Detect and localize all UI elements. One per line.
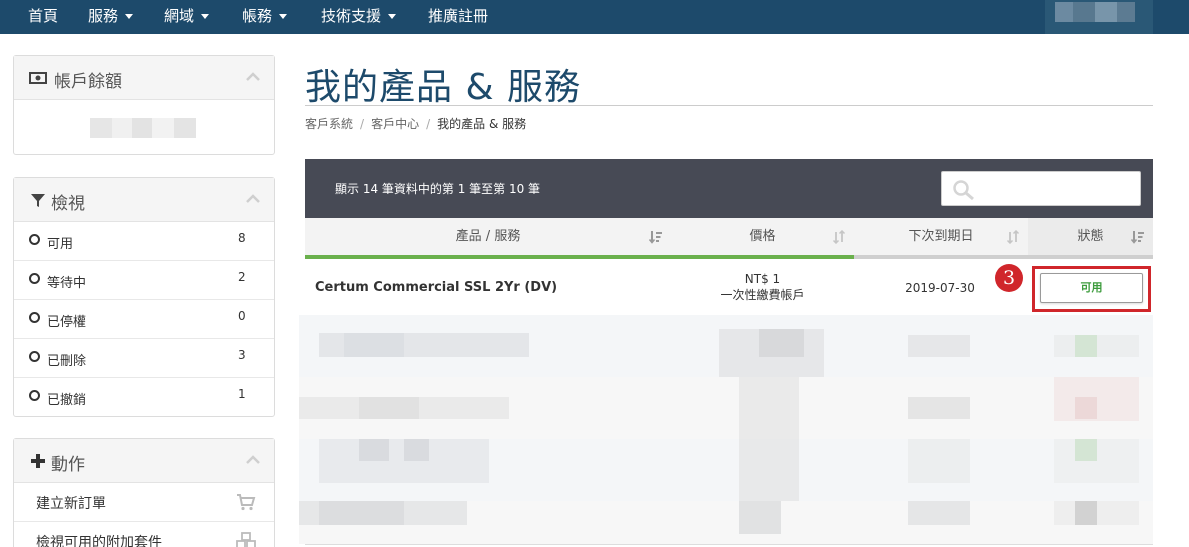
actions-panel-header[interactable]: 動作: [14, 439, 274, 483]
column-header-product[interactable]: 產品 / 服務: [305, 218, 671, 259]
table-header-row: 產品 / 服務 價格 下次到期日 狀態: [305, 218, 1153, 259]
nav-item-label: 帳務: [242, 7, 273, 25]
top-navbar: 首頁 服務 網域 帳務 技術支援 推廣註冊: [0, 0, 1189, 34]
filter-item-cancelled[interactable]: 已撤銷 1: [14, 378, 274, 417]
action-label: 建立新訂單: [36, 496, 106, 512]
breadcrumb-item-client-area[interactable]: 客戶中心: [371, 117, 419, 131]
caret-down-icon: [125, 14, 134, 19]
caret-down-icon: [279, 14, 288, 19]
table-row[interactable]: Certum Commercial SSL 2Yr (DV) NT$ 1 一次性…: [305, 259, 1153, 315]
filter-item-label: 等待中: [47, 276, 87, 291]
table-search-input[interactable]: [941, 171, 1141, 206]
breadcrumb-item-current: 我的產品 & 服務: [437, 117, 527, 131]
balance-panel: 帳戶餘額: [13, 55, 275, 155]
column-header-next-due[interactable]: 下次到期日: [854, 218, 1028, 259]
nav-item-label: 推廣註冊: [428, 7, 489, 25]
caret-down-icon: [201, 14, 210, 19]
filter-item-count: 0: [238, 309, 246, 323]
nav-item-label: 服務: [88, 7, 119, 25]
nav-item-domains[interactable]: 網域: [164, 0, 210, 34]
sort-both-icon: [1006, 230, 1020, 244]
caret-down-icon: [388, 14, 397, 19]
nav-item-label: 首頁: [28, 7, 59, 25]
filter-item-count: 2: [238, 270, 246, 284]
product-name: Certum Commercial SSL 2Yr (DV): [315, 280, 558, 295]
filter-item-active[interactable]: 可用 8: [14, 222, 274, 261]
table-toolbar: 顯示 14 筆資料中的第 1 筆至第 10 筆: [305, 159, 1153, 218]
table-row-redacted[interactable]: [299, 501, 1153, 544]
column-header-label: 下次到期日: [908, 229, 974, 244]
actions-panel: 動作 建立新訂單 檢視可用的附加套件: [13, 438, 275, 547]
balance-panel-title: 帳戶餘額: [54, 72, 122, 92]
next-due-date: 2019-07-30: [905, 281, 975, 295]
breadcrumb: 客戶系統 / 客戶中心 / 我的產品 & 服務: [305, 117, 527, 131]
nav-item-label: 網域: [164, 7, 195, 25]
breadcrumb-item-portal[interactable]: 客戶系統: [305, 117, 353, 131]
nav-item-support[interactable]: 技術支援: [321, 0, 397, 34]
column-header-label: 產品 / 服務: [455, 229, 521, 244]
table-row-redacted[interactable]: [299, 377, 1153, 439]
nav-item-services[interactable]: 服務: [88, 0, 134, 34]
price-amount: NT$ 1: [744, 272, 781, 286]
radio-circle-icon: [29, 390, 40, 401]
balance-panel-header[interactable]: 帳戶餘額: [14, 56, 274, 100]
cart-icon: [237, 494, 256, 511]
sort-amount-desc-icon: [649, 231, 662, 244]
action-new-order[interactable]: 建立新訂單: [14, 483, 274, 522]
chevron-up-icon[interactable]: [246, 72, 260, 82]
filter-item-count: 3: [238, 348, 246, 362]
radio-circle-icon: [29, 351, 40, 362]
table-row-redacted[interactable]: [299, 315, 1153, 377]
table-row-redacted[interactable]: [299, 439, 1153, 501]
view-panel-title: 檢視: [51, 194, 85, 214]
chevron-up-icon[interactable]: [246, 194, 260, 204]
filter-item-count: 8: [238, 231, 246, 245]
price-cell: NT$ 1 一次性繳費帳戶: [670, 271, 855, 303]
nav-item-home[interactable]: 首頁: [28, 0, 58, 34]
radio-circle-icon: [29, 312, 40, 323]
filter-item-pending[interactable]: 等待中 2: [14, 261, 274, 300]
search-icon: [953, 180, 974, 201]
sort-both-icon: [832, 230, 846, 244]
view-filter-panel: 檢視 可用 8 等待中 2 已停權 0 已刪除 3 已撤銷 1: [13, 177, 275, 417]
action-label: 檢視可用的附加套件: [36, 535, 162, 547]
action-view-addons[interactable]: 檢視可用的附加套件: [14, 522, 274, 547]
status-badge[interactable]: 可用: [1040, 273, 1143, 303]
filter-item-count: 1: [238, 387, 246, 401]
view-panel-header[interactable]: 檢視: [14, 178, 274, 222]
table-bottom-border: [305, 544, 1153, 545]
sort-amount-desc-icon: [1131, 231, 1144, 244]
radio-circle-icon: [29, 234, 40, 245]
nav-item-affiliates[interactable]: 推廣註冊: [428, 0, 488, 34]
cubes-icon: [236, 532, 256, 547]
chevron-up-icon[interactable]: [246, 455, 260, 465]
filter-item-label: 已撤銷: [47, 393, 87, 408]
column-header-price[interactable]: 價格: [671, 218, 854, 259]
filter-item-terminated[interactable]: 已刪除 3: [14, 339, 274, 378]
filter-item-suspended[interactable]: 已停權 0: [14, 300, 274, 339]
account-menu-redacted[interactable]: [1045, 0, 1153, 34]
nav-item-billing[interactable]: 帳務: [242, 0, 288, 34]
column-header-label: 價格: [749, 229, 776, 244]
plus-icon: [31, 454, 45, 468]
billing-cycle: 一次性繳費帳戶: [720, 288, 805, 302]
page-title: 我的產品 & 服務: [305, 67, 581, 108]
title-divider: [305, 105, 1153, 106]
nav-item-label: 技術支援: [321, 7, 382, 25]
table-info-text: 顯示 14 筆資料中的第 1 筆至第 10 筆: [335, 182, 541, 196]
step-number-marker: 3: [995, 264, 1023, 292]
column-header-label: 狀態: [1077, 229, 1104, 244]
column-header-status[interactable]: 狀態: [1028, 218, 1153, 259]
status-highlight-box: 可用: [1032, 266, 1151, 312]
money-icon: [29, 72, 47, 84]
filter-item-label: 可用: [47, 237, 74, 252]
filter-item-label: 已刪除: [47, 354, 87, 369]
radio-circle-icon: [29, 273, 40, 284]
filter-item-label: 已停權: [47, 315, 87, 330]
filter-icon: [31, 194, 45, 207]
actions-panel-title: 動作: [51, 455, 85, 475]
